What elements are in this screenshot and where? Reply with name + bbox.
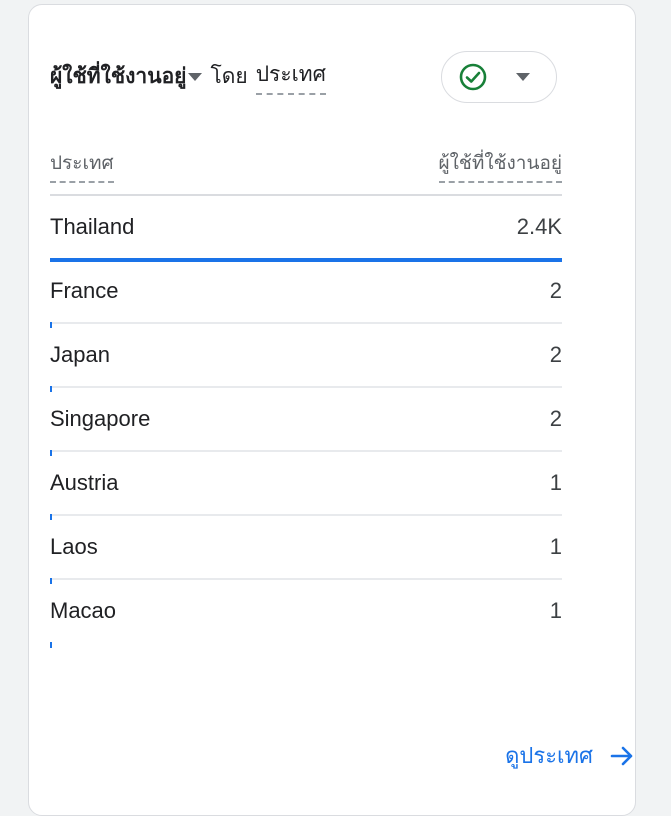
column-header-country[interactable]: ประเทศ xyxy=(50,148,114,183)
row-active-users: 2 xyxy=(549,342,562,367)
row-country: Thailand xyxy=(50,214,135,239)
row-bar-fill xyxy=(50,642,52,648)
row-country: Singapore xyxy=(50,406,151,431)
table-row[interactable]: Thailand 2.4K xyxy=(50,196,562,262)
row-active-users: 1 xyxy=(549,598,562,623)
row-country: Japan xyxy=(50,342,110,367)
table-header: ประเทศ ผู้ใช้ที่ใช้งานอยู่ xyxy=(50,148,562,183)
row-bar-track xyxy=(50,642,562,648)
row-active-users: 2 xyxy=(549,406,562,431)
card-title: ผู้ใช้ที่ใช้งานอยู่ โดย ประเทศ xyxy=(50,58,326,95)
arrow-right-icon xyxy=(610,746,633,765)
title-by: โดย xyxy=(210,64,248,88)
table-row[interactable]: Japan 2 xyxy=(50,324,562,392)
metric-dropdown-caret-icon[interactable] xyxy=(188,72,203,81)
column-header-active-users[interactable]: ผู้ใช้ที่ใช้งานอยู่ xyxy=(438,148,562,183)
row-country: Laos xyxy=(50,534,98,559)
chevron-down-icon xyxy=(516,73,530,81)
row-active-users: 1 xyxy=(549,470,562,495)
table-row[interactable]: Laos 1 xyxy=(50,516,562,584)
row-country: France xyxy=(50,278,119,303)
table-row[interactable]: France 2 xyxy=(50,260,562,328)
comparison-status-chip[interactable] xyxy=(441,51,557,103)
row-active-users: 2 xyxy=(549,278,562,303)
table-body: Thailand 2.4K France 2 Japan 2 Singapore… xyxy=(50,196,562,648)
row-active-users: 1 xyxy=(549,534,562,559)
check-circle-icon xyxy=(459,63,487,91)
row-country: Austria xyxy=(50,470,119,495)
title-metric: ผู้ใช้ที่ใช้งานอยู่ xyxy=(50,64,187,88)
view-countries-link[interactable]: ดูประเทศ xyxy=(505,738,635,773)
row-active-users: 2.4K xyxy=(516,214,562,239)
table-row[interactable]: Austria 1 xyxy=(50,452,562,520)
title-dimension-selector[interactable]: ประเทศ xyxy=(255,58,326,95)
table-row[interactable]: Singapore 2 xyxy=(50,388,562,456)
row-country: Macao xyxy=(50,598,117,623)
table-row[interactable]: Macao 1 xyxy=(50,580,562,648)
view-countries-label: ดูประเทศ xyxy=(505,744,593,769)
